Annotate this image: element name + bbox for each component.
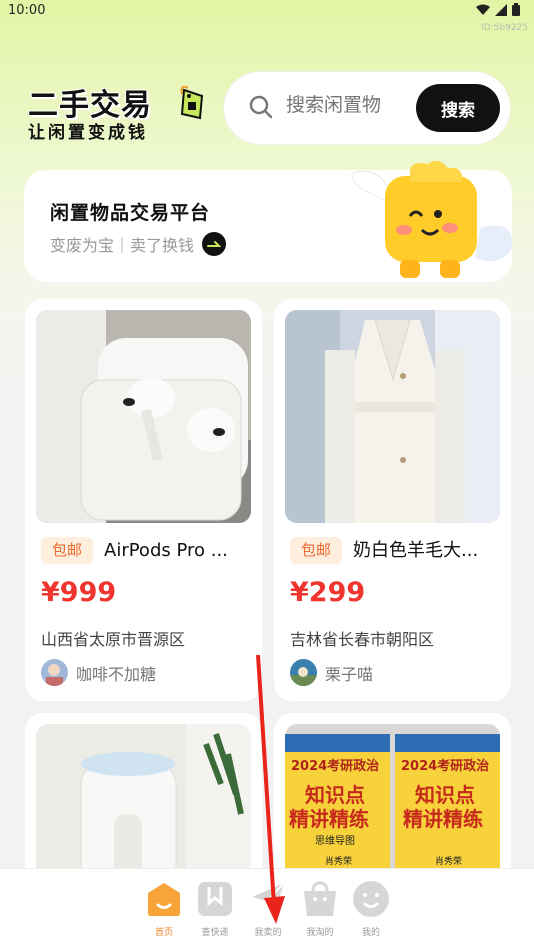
book-author: 肖秀荣: [435, 855, 462, 867]
product-price: ¥299: [290, 577, 366, 608]
status-time: 10:00: [8, 3, 46, 18]
seller-info: 栗子喵: [290, 659, 373, 686]
banner-title: 闲置物品交易平台: [50, 202, 211, 224]
product-card[interactable]: 2024考研政治 2024考研政治 知识点 知识点 精讲精练 精讲精练 思维导图…: [274, 713, 511, 893]
signal-icon: [495, 3, 507, 16]
product-title: AirPods Pro ...: [104, 540, 228, 561]
tab-mine[interactable]: 我的: [345, 879, 397, 938]
battery-icon: [512, 3, 520, 16]
product-price: ¥999: [41, 577, 117, 608]
wifi-icon: [476, 4, 490, 15]
product-title: 奶白色羊毛大...: [353, 540, 479, 561]
tab-express[interactable]: 查快递: [189, 879, 241, 938]
tab-label: 首页: [154, 928, 173, 938]
tab-label: 查快递: [201, 928, 229, 938]
mascot-illustration: [351, 160, 513, 278]
free-shipping-badge: 包邮: [41, 537, 93, 564]
device-id: ID:5b9225: [481, 23, 528, 33]
book-year-label: 2024考研政治: [291, 758, 379, 774]
bottom-tab-bar: 首页 查快递 我卖的 我淘的 我的: [0, 868, 534, 950]
shopping-bag-icon: [304, 881, 336, 916]
tab-home[interactable]: 首页: [138, 879, 190, 938]
search-box: 搜索: [224, 72, 510, 144]
search-button[interactable]: 搜索: [416, 84, 500, 132]
banner-subtitle: 变废为宝｜卖了换钱: [50, 236, 195, 255]
price-tag-icon: [180, 86, 204, 120]
seller-name: 咖啡不加糖: [76, 664, 157, 684]
send-icon: [252, 882, 285, 915]
tab-label: 我淘的: [306, 928, 334, 938]
tab-sold[interactable]: 我卖的: [242, 879, 294, 938]
status-icons: [476, 3, 520, 16]
book-title-line2: 精讲精练: [289, 807, 369, 831]
product-card[interactable]: 包邮 AirPods Pro ... ¥999 山西省太原市晋源区 咖啡不加糖: [25, 299, 262, 701]
bookmark-icon: [198, 882, 232, 916]
book-title-line1: 知识点: [305, 783, 365, 807]
status-bar: 10:00: [0, 0, 534, 24]
smile-icon: [353, 881, 389, 917]
book-subtitle: 思维导图: [315, 834, 355, 847]
book-title-line2: 精讲精练: [403, 807, 483, 831]
tab-bought[interactable]: 我淘的: [294, 879, 346, 938]
product-card[interactable]: 包邮 奶白色羊毛大... ¥299 吉林省长春市朝阳区 栗子喵: [274, 299, 511, 701]
book-author: 肖秀荣: [325, 855, 352, 867]
arrow-right-icon: [202, 232, 227, 256]
home-icon: [148, 883, 180, 916]
banner-subtitle-row: 变废为宝｜卖了换钱: [50, 232, 227, 256]
search-input[interactable]: [286, 94, 426, 116]
book-title-line1: 知识点: [415, 783, 475, 807]
book-year-label: 2024考研政治: [401, 758, 489, 774]
tab-label: 我卖的: [254, 928, 282, 938]
seller-name: 栗子喵: [325, 664, 374, 684]
free-shipping-badge: 包邮: [290, 537, 342, 564]
tab-label: 我的: [361, 928, 380, 938]
product-card[interactable]: [25, 713, 262, 893]
product-location: 吉林省长春市朝阳区: [290, 630, 435, 649]
app-logo: 二手交易 让闲置变成钱: [28, 80, 208, 143]
product-image: [36, 310, 251, 523]
search-icon: [249, 95, 273, 119]
product-image: [285, 310, 500, 523]
seller-avatar: [41, 659, 68, 686]
product-location: 山西省太原市晋源区: [41, 630, 186, 649]
logo-subtitle: 让闲置变成钱: [28, 123, 148, 143]
seller-info: 咖啡不加糖: [41, 659, 156, 686]
seller-avatar: [290, 659, 317, 686]
